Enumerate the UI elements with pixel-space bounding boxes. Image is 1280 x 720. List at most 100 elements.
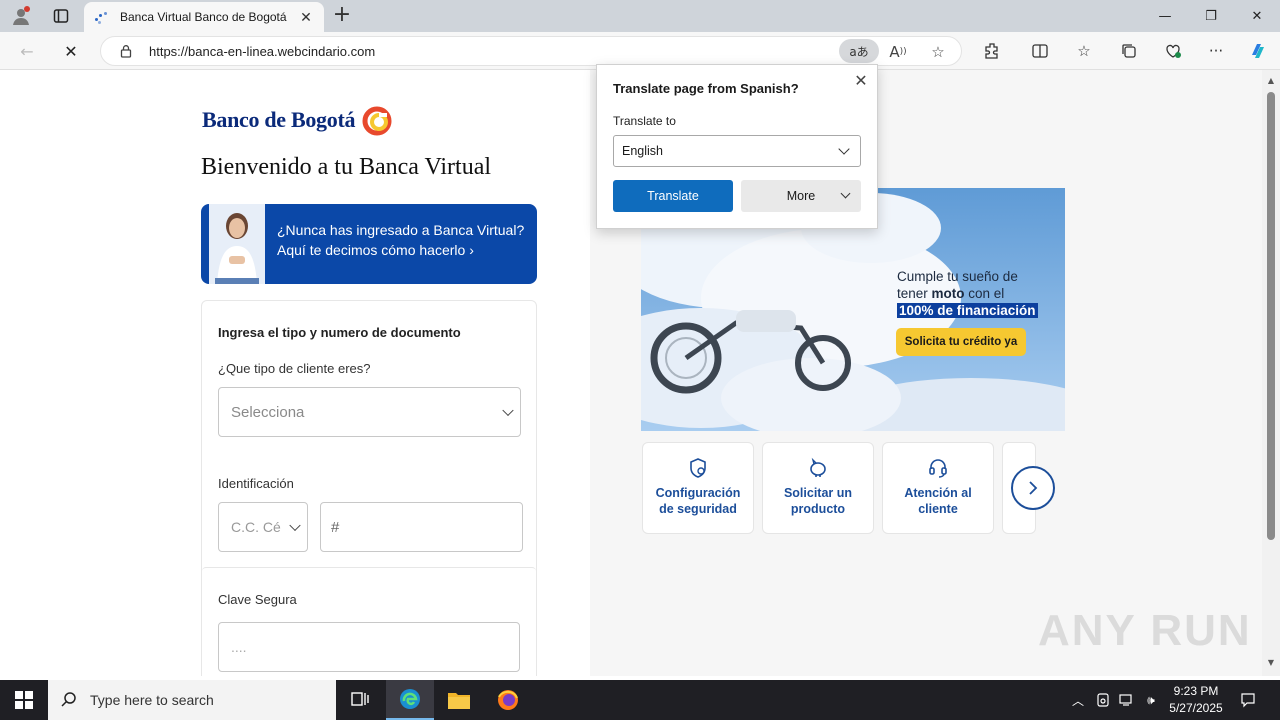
notifications-icon[interactable] (1238, 690, 1258, 710)
password-label: Clave Segura (218, 592, 297, 607)
tile-label: Configuración de seguridad (656, 485, 741, 517)
taskbar-clock[interactable]: 9:23 PM 5/27/2025 (1160, 683, 1232, 717)
taskbar-firefox[interactable] (484, 680, 532, 720)
taskbar-file-explorer[interactable] (435, 680, 483, 720)
tray-chevron-up-icon[interactable]: ︿ (1068, 690, 1088, 710)
request-credit-button[interactable]: Solicita tu crédito ya (896, 328, 1026, 356)
more-menu-icon[interactable]: ··· (1204, 40, 1228, 62)
logo-mark-icon (362, 106, 392, 136)
login-form-card: Ingresa el tipo y numero de documento ¿Q… (201, 300, 537, 676)
id-label: Identificación (218, 476, 294, 491)
id-type-select[interactable]: C.C. Cé (218, 502, 308, 552)
tab-strip: Banca Virtual Banco de Bogotá ✕ + — ❐ ✕ (0, 0, 1280, 32)
page-scrollbar[interactable]: ▲ ▼ (1262, 70, 1280, 676)
scroll-up-icon[interactable]: ▲ (1266, 76, 1276, 86)
language-value: English (622, 144, 663, 158)
search-icon (61, 692, 76, 707)
chevron-down-icon (838, 143, 850, 155)
taskbar: Type here to search ︿ 🕪 9:23 PM 5/27/202… (0, 680, 1280, 720)
client-type-select[interactable]: Selecciona (218, 387, 521, 437)
first-time-help-card[interactable]: ¿Nunca has ingresado a Banca Virtual? Aq… (201, 204, 537, 284)
promo-text[interactable]: ¿Nunca has ingresado a Banca Virtual? Aq… (277, 220, 524, 260)
close-window-button[interactable]: ✕ (1234, 0, 1280, 32)
task-view-button[interactable] (336, 680, 384, 720)
password-input[interactable]: .... (218, 622, 520, 672)
tile-label-line: Atención al (904, 486, 972, 500)
firefox-icon (498, 690, 518, 710)
banner-line1: Cumple tu sueño de (897, 269, 1018, 284)
translate-button[interactable]: Translate (613, 180, 733, 212)
more-label: More (786, 189, 816, 203)
bank-logo[interactable]: Banco de Bogotá (202, 104, 393, 136)
client-type-label: ¿Que tipo de cliente eres? (218, 361, 371, 376)
split-screen-icon[interactable] (1028, 40, 1052, 62)
loading-icon (94, 9, 110, 25)
browser-essentials-icon[interactable] (1161, 40, 1185, 62)
tile-label-line: Configuración (655, 486, 741, 500)
url-text[interactable]: https://banca-en-linea.webcindario.com (149, 44, 375, 59)
tile-request-product[interactable]: Solicitar un producto (762, 442, 874, 534)
tile-label: Solicitar un producto (784, 485, 852, 517)
tray-device-icon[interactable] (1093, 690, 1113, 710)
start-button[interactable] (0, 680, 48, 720)
folder-icon (448, 693, 470, 709)
chevron-right-icon (1029, 481, 1038, 495)
back-button[interactable]: ← (14, 39, 40, 63)
restore-button[interactable]: ❐ (1188, 0, 1234, 32)
close-icon[interactable]: ✕ (853, 73, 869, 89)
taskbar-search[interactable]: Type here to search (48, 680, 336, 720)
language-select[interactable]: English (613, 135, 861, 167)
id-number-input[interactable]: # (320, 502, 523, 552)
collections-icon[interactable] (1117, 40, 1141, 62)
tile-security-settings[interactable]: Configuración de seguridad (642, 442, 754, 534)
headset-icon (929, 459, 947, 478)
scroll-thumb[interactable] (1267, 92, 1275, 540)
translate-icon[interactable]: aあ (839, 39, 879, 63)
stop-loading-button[interactable]: ✕ (58, 39, 84, 63)
promo-link[interactable]: Aquí te decimos cómo hacerlo › (277, 240, 524, 260)
logo-text: Banco de Bogotá (202, 107, 356, 132)
clock-date: 5/27/2025 (1169, 701, 1223, 715)
scroll-down-icon[interactable]: ▼ (1266, 658, 1276, 668)
lock-icon[interactable] (119, 44, 133, 58)
tab-title: Banca Virtual Banco de Bogotá (120, 10, 287, 24)
favorites-icon[interactable]: ☆ (1072, 40, 1096, 62)
banner-line2-pre: tener (897, 286, 932, 301)
popup-title: Translate page from Spanish? (613, 81, 799, 96)
volume-icon[interactable]: 🕪 (1141, 690, 1161, 710)
read-aloud-icon[interactable]: A)) (887, 41, 909, 63)
task-view-icon (351, 692, 369, 706)
taskbar-edge[interactable] (386, 680, 434, 720)
search-placeholder: Type here to search (90, 692, 214, 708)
banner-highlight: 100% de financiación (897, 303, 1038, 318)
shield-icon (690, 458, 706, 478)
translate-to-label: Translate to (613, 114, 676, 128)
banner-line2: tener moto con el (897, 285, 1038, 302)
person-illustration (209, 204, 265, 284)
tile-label-line: Solicitar un (783, 486, 853, 500)
extensions-icon[interactable] (980, 40, 1004, 62)
profile-icon[interactable] (8, 4, 34, 28)
piggy-bank-icon (810, 457, 826, 477)
minimize-button[interactable]: — (1142, 0, 1188, 32)
page-title: Bienvenido a tu Banca Virtual (201, 154, 492, 180)
copilot-icon[interactable] (1246, 40, 1270, 62)
favorite-star-icon[interactable]: ☆ (927, 41, 949, 63)
banner-line2-bold: moto (931, 286, 965, 301)
carousel-next-button[interactable] (1011, 466, 1055, 510)
windows-logo-icon (15, 691, 33, 709)
address-bar[interactable]: https://banca-en-linea.webcindario.com a… (100, 36, 962, 66)
network-icon[interactable] (1117, 690, 1137, 710)
more-button[interactable]: More (741, 180, 861, 212)
tab-banca-virtual[interactable]: Banca Virtual Banco de Bogotá ✕ (84, 2, 324, 32)
new-tab-button[interactable]: + (330, 4, 354, 28)
watermark: ANY RUN (1038, 606, 1252, 655)
tile-customer-service[interactable]: Atención al cliente (882, 442, 994, 534)
chevron-down-icon (502, 404, 514, 417)
edge-icon (400, 689, 420, 709)
chevron-down-icon (840, 188, 851, 199)
close-tab-icon[interactable]: ✕ (298, 9, 314, 25)
tab-actions-icon[interactable] (48, 4, 74, 28)
password-placeholder: .... (231, 639, 247, 655)
tile-label: Atención al cliente (904, 485, 971, 517)
